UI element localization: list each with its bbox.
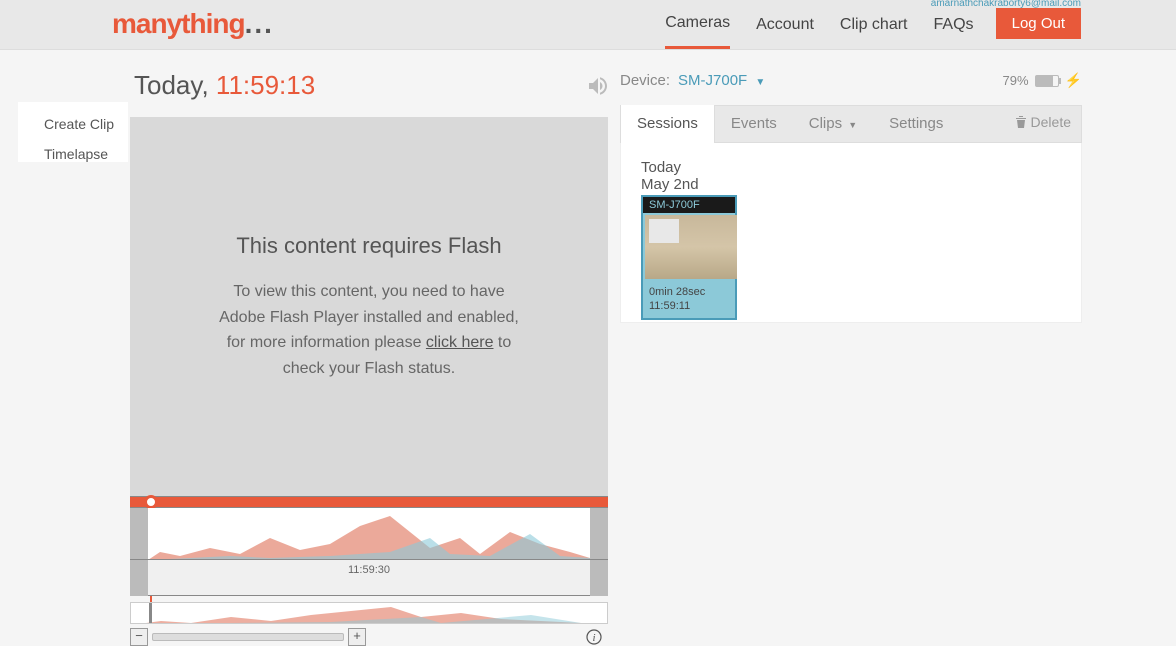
today-label: Today [641,159,1061,176]
flash-line4: check your Flash status. [283,360,456,377]
session-duration: 0min 28sec [649,285,729,299]
time-edge-right [590,560,608,596]
graph-time-axis: 11:59:30 [130,560,608,596]
logo[interactable]: manything... [112,8,274,40]
timeline-time-label: 11:59:30 [348,564,390,576]
flash-text: To view this content, you need to have A… [199,279,539,381]
overview-graph[interactable] [130,602,608,624]
svg-text:i: i [592,632,595,644]
tab-clips[interactable]: Clips ▼ [793,105,873,143]
plug-icon: ⚡ [1065,72,1082,89]
zoom-in-button[interactable]: + [348,628,366,646]
device-bar: Device: SM-J700F ▼ 79% ⚡ [620,62,1082,105]
flash-click-here-link[interactable]: click here [426,334,494,351]
zoom-out-button[interactable]: − [130,628,148,646]
flash-title: This content requires Flash [236,233,501,259]
trash-icon [1015,115,1027,129]
logout-button[interactable]: Log Out [996,8,1081,39]
device-label: Device: [620,72,670,89]
session-card[interactable]: SM-J700F 0min 28sec 11:59:11 [641,195,737,320]
tabs-bar: Sessions Events Clips ▼ Settings Delete [620,105,1082,143]
overview-handle[interactable] [149,602,152,624]
delete-label: Delete [1031,114,1071,130]
flash-line3b: to [493,334,511,351]
nav-faqs[interactable]: FAQs [934,16,974,48]
nav-account[interactable]: Account [756,16,814,48]
flash-line3a: for more information please [227,334,426,351]
session-info: 0min 28sec 11:59:11 [643,281,735,318]
chevron-down-icon: ▼ [755,77,765,88]
battery-status: 79% ⚡ [1003,72,1082,89]
sessions-list[interactable]: Today May 2nd SM-J700F 0min 28sec 11:59:… [620,143,1082,323]
logo-text: manything [112,8,245,39]
day-label: Today, [134,70,209,100]
graph-edge-right [590,508,608,560]
flash-placeholder: This content requires Flash To view this… [130,117,608,496]
flash-line2: Adobe Flash Player installed and enabled… [219,309,519,326]
tab-clips-label: Clips [809,115,842,132]
zoom-slider[interactable] [152,633,344,641]
chevron-down-icon: ▼ [848,120,857,130]
timeline-track[interactable] [130,496,608,508]
sidebar-create-clip[interactable]: Create Clip [44,116,116,132]
timeline: 11:59:30 − + i [130,496,608,646]
session-device-name: SM-J700F [643,197,735,213]
sessions-panel: Device: SM-J700F ▼ 79% ⚡ Sessions Events… [620,62,1082,323]
time-value: 11:59:13 [216,70,315,100]
tab-settings[interactable]: Settings [873,105,959,143]
activity-graph[interactable] [130,508,608,560]
speaker-icon[interactable] [586,74,610,98]
left-sidebar: Create Clip Timelapse [18,102,128,162]
session-time: 11:59:11 [649,299,729,313]
player-panel: Today, 11:59:13 This content requires Fl… [130,62,610,646]
timeline-handle[interactable] [144,495,158,509]
time-edge-left [130,560,148,596]
date-label: May 2nd [641,176,1061,193]
device-selector[interactable]: SM-J700F ▼ [678,72,765,89]
session-thumbnail [645,215,737,279]
logo-dots: ... [245,8,274,39]
time-header: Today, 11:59:13 [130,62,610,117]
nav-clip-chart[interactable]: Clip chart [840,16,908,48]
flash-line1: To view this content, you need to have [233,283,504,300]
zoom-controls: − + i [130,628,608,646]
tab-sessions[interactable]: Sessions [621,105,715,143]
sidebar-timelapse[interactable]: Timelapse [44,146,116,162]
nav-cameras[interactable]: Cameras [665,14,730,49]
info-icon[interactable]: i [586,629,602,645]
battery-icon [1035,75,1059,87]
header: amarnathchakraborty6@mail.com manything.… [0,0,1176,50]
device-name: SM-J700F [678,72,747,89]
battery-percent: 79% [1003,73,1029,88]
tab-events[interactable]: Events [715,105,793,143]
delete-button[interactable]: Delete [1015,114,1071,130]
